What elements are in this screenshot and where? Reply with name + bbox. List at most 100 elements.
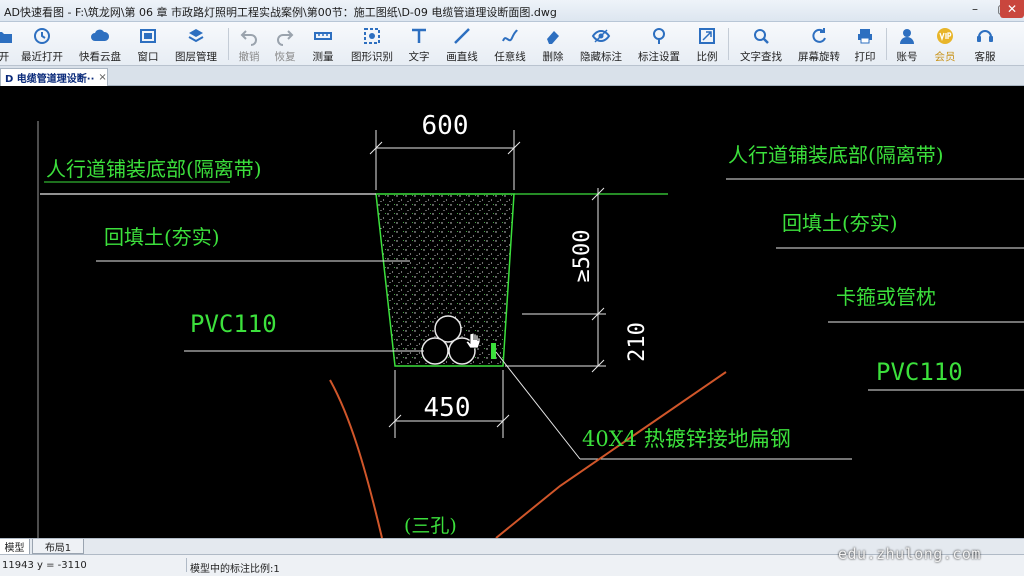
tool-cloud-label: 快看云盘 <box>79 51 121 63</box>
tool-scale[interactable]: 比例 <box>694 24 720 64</box>
account-icon <box>900 29 914 44</box>
tool-measure[interactable]: 测量 <box>310 24 336 64</box>
markup-line-right <box>495 371 727 538</box>
tool-draw-line-label: 画直线 <box>446 51 478 63</box>
cloud-icon <box>91 29 110 41</box>
tool-shape-recognize-label: 图形识别 <box>351 51 393 63</box>
tool-vip-label: 会员 <box>934 51 956 63</box>
tool-undo[interactable]: 撤销 <box>236 24 262 64</box>
label-right-backfill: 回填土(夯实) <box>782 211 898 235</box>
text-search-icon <box>754 29 769 44</box>
tool-scale-label: 比例 <box>696 51 718 63</box>
tool-recent-open-label: 最近打开 <box>21 51 63 63</box>
text-icon <box>412 28 426 43</box>
scale-icon <box>699 28 715 44</box>
measure-icon <box>314 32 332 40</box>
tab-model[interactable]: 模型 <box>0 539 30 554</box>
tool-window[interactable]: 窗口 <box>134 24 162 64</box>
tab-document-label: D 电缆管道理设断·· <box>5 74 95 85</box>
toolbar-divider <box>886 28 887 60</box>
tool-hide-annotation[interactable]: 隐藏标注 <box>578 24 624 64</box>
tab-document[interactable]: D 电缆管道理设断·· × <box>0 68 108 86</box>
tab-layout1[interactable]: 布局1 <box>32 539 84 554</box>
tool-freehand-label: 任意线 <box>494 51 526 63</box>
main-toolbar: 开 最近打开 快看云盘 窗口 图层管理 撤销 恢复 测量 图形识别 文字 画直线… <box>0 22 1024 66</box>
tool-open-label: 开 <box>0 51 10 63</box>
label-left-pvc: PVC110 <box>190 310 277 338</box>
tool-screen-rotate[interactable]: 屏幕旋转 <box>796 24 842 64</box>
tool-cloud[interactable]: 快看云盘 <box>76 24 124 64</box>
tool-print[interactable]: 打印 <box>852 24 878 64</box>
tool-vip[interactable]: 会员 <box>932 24 958 64</box>
markup-line-left <box>329 379 383 538</box>
tool-freehand[interactable]: 任意线 <box>492 24 528 64</box>
label-left-paving: 人行道铺装底部(隔离带) <box>46 157 262 181</box>
undo-icon <box>240 30 257 46</box>
tool-undo-label: 撤销 <box>238 51 260 63</box>
recent-icon <box>34 28 50 44</box>
label-three-holes: (三孔) <box>404 515 457 537</box>
leader-steel-diag <box>495 351 581 460</box>
toolbar-divider <box>728 28 729 60</box>
annotation-scale: 模型中的标注比例:1 <box>190 564 280 575</box>
open-icon <box>0 32 12 43</box>
line-icon <box>454 28 470 44</box>
tool-annotation-settings[interactable]: 标注设置 <box>636 24 682 64</box>
dim-bottom-text: 450 <box>424 393 471 423</box>
label-right-clamp: 卡箍或管枕 <box>836 285 936 309</box>
window-icon <box>140 29 156 43</box>
tool-layer-manager-label: 图层管理 <box>175 51 217 63</box>
tool-window-label: 窗口 <box>137 51 159 63</box>
tool-delete[interactable]: 删除 <box>540 24 566 64</box>
freehand-icon <box>502 29 518 42</box>
print-icon <box>858 29 872 44</box>
eye-icon <box>591 29 611 43</box>
tool-draw-line[interactable]: 画直线 <box>444 24 480 64</box>
support-icon <box>977 30 993 42</box>
layers-icon <box>188 29 204 43</box>
document-tab-bar: D 电缆管道理设断·· × <box>0 66 1024 86</box>
tool-delete-label: 删除 <box>542 51 564 63</box>
tool-screen-rotate-label: 屏幕旋转 <box>798 51 840 63</box>
tab-close-icon[interactable]: × <box>98 72 106 83</box>
cursor-coordinates: 11943 y = -3110 <box>2 560 87 571</box>
tool-text[interactable]: 文字 <box>406 24 432 64</box>
label-right-pvc: PVC110 <box>876 358 963 386</box>
tool-support[interactable]: 客服 <box>970 24 1000 64</box>
tool-open[interactable]: 开 <box>0 24 12 64</box>
label-right-paving: 人行道铺装底部(隔离带) <box>728 143 944 167</box>
tool-text-label: 文字 <box>408 51 430 63</box>
tool-support-label: 客服 <box>974 51 996 63</box>
tool-text-search[interactable]: 文字查找 <box>738 24 784 64</box>
tool-text-search-label: 文字查找 <box>740 51 782 63</box>
tool-layer-manager[interactable]: 图层管理 <box>172 24 220 64</box>
redo-icon <box>277 30 294 46</box>
annotation-settings-icon <box>653 28 665 44</box>
drawing-canvas[interactable]: 600 450 ≥500 210 人行道铺装底部(隔离带) 回填土(夯实) PV… <box>0 86 1024 538</box>
dim-top-text: 600 <box>422 111 469 141</box>
dim-pipe-text: 210 <box>625 322 650 362</box>
tool-print-label: 打印 <box>854 51 876 63</box>
recognize-icon <box>364 28 380 44</box>
window-title: AD快速看图 - F:\筑龙网\第 06 章 市政路灯照明工程实战案例\第00节… <box>4 6 557 19</box>
label-ground-steel: 40X4 热镀锌接地扁钢 <box>582 427 791 451</box>
tool-recent-open[interactable]: 最近打开 <box>18 24 66 64</box>
tool-shape-recognize[interactable]: 图形识别 <box>348 24 396 64</box>
minimize-button[interactable]: – <box>962 0 988 18</box>
close-button[interactable]: ✕ <box>1000 0 1024 18</box>
eraser-icon <box>547 31 559 44</box>
label-left-backfill: 回填土(夯实) <box>104 225 220 249</box>
tool-hide-annotation-label: 隐藏标注 <box>580 51 622 63</box>
tool-measure-label: 测量 <box>312 51 334 63</box>
app-window: AD快速看图 - F:\筑龙网\第 06 章 市政路灯照明工程实战案例\第00节… <box>0 0 1024 576</box>
ground-steel-bar <box>491 343 496 359</box>
tool-annotation-settings-label: 标注设置 <box>638 51 680 63</box>
watermark: edu.zhulong.com <box>838 545 981 563</box>
title-bar: AD快速看图 - F:\筑龙网\第 06 章 市政路灯照明工程实战案例\第00节… <box>0 0 1024 22</box>
tool-redo[interactable]: 恢复 <box>272 24 298 64</box>
pvc-pipe-left <box>421 337 449 365</box>
tool-account[interactable]: 账号 <box>894 24 920 64</box>
cad-drawing: 600 450 ≥500 210 人行道铺装底部(隔离带) 回填土(夯实) PV… <box>37 111 1024 538</box>
tool-account-label: 账号 <box>896 51 918 63</box>
tool-redo-label: 恢复 <box>274 51 296 63</box>
